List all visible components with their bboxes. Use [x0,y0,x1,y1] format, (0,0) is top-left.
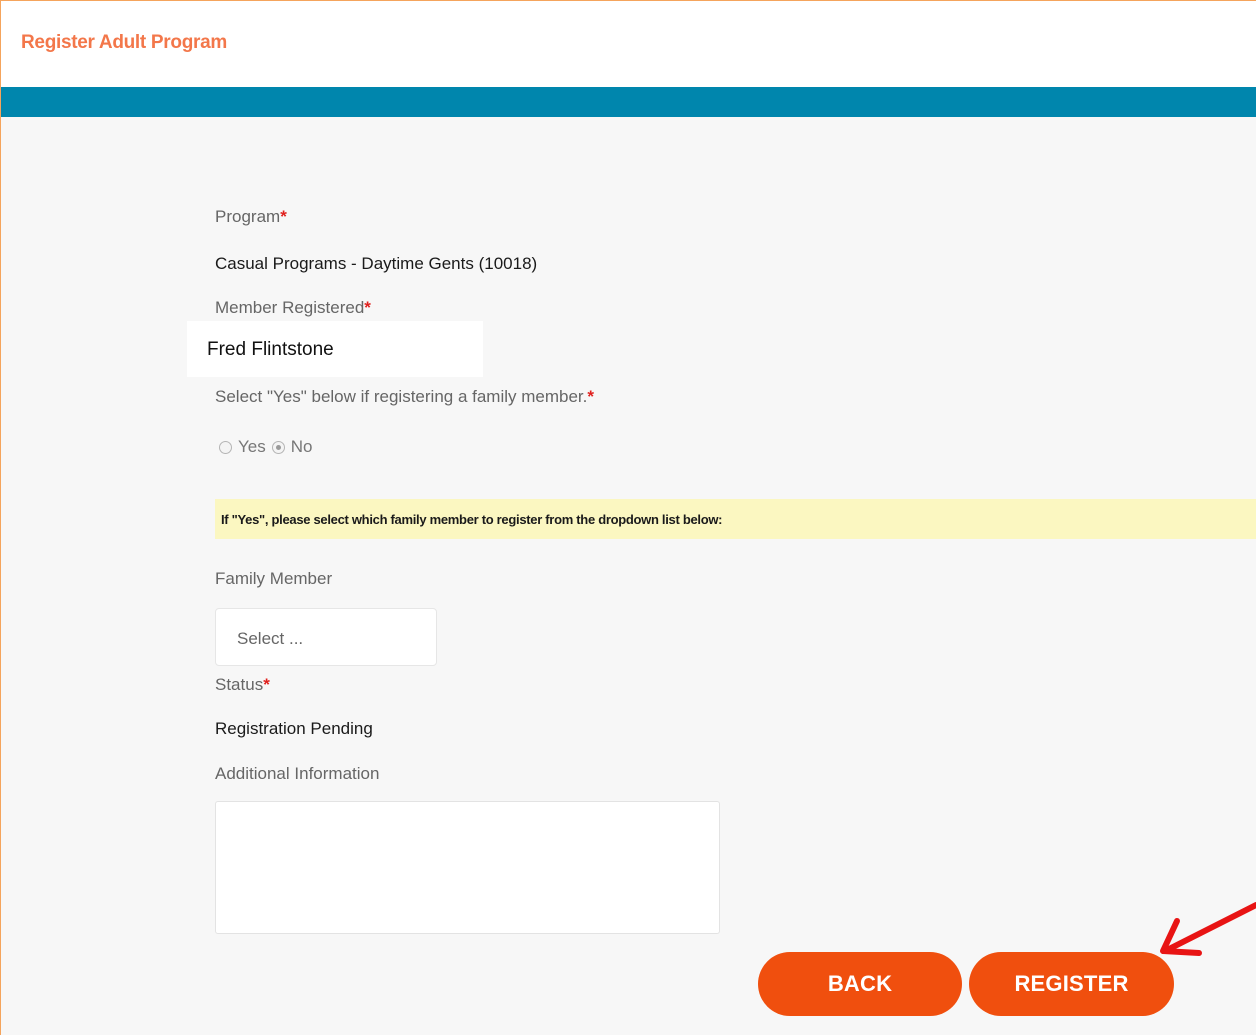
family-question-label: Select "Yes" below if registering a fami… [215,387,595,406]
register-adult-program-window: Register Adult Program Program* Casual P… [0,0,1256,1035]
program-value: Casual Programs - Daytime Gents (10018) [215,254,538,273]
family-member-select[interactable]: Select ... [215,608,437,666]
additional-information-textarea[interactable] [215,801,720,934]
member-registered-value: Fred Flintstone [207,339,334,360]
page-header: Register Adult Program [1,1,1256,87]
status-value: Registration Pending [215,719,373,738]
member-registered-field: Fred Flintstone [187,321,483,377]
header-divider-bar [1,87,1256,117]
required-mark: * [587,387,595,406]
family-member-select-placeholder: Select ... [237,629,304,648]
family-radio-group: Yes No [219,437,318,457]
additional-information-label: Additional Information [215,764,380,783]
annotation-arrow-icon [1160,902,1256,956]
no-radio-label[interactable]: No [291,437,313,457]
family-member-note-text: If "Yes", please select which family mem… [221,512,723,527]
back-button[interactable]: BACK [758,952,962,1016]
yes-radio[interactable] [219,440,232,454]
required-mark: * [364,298,371,317]
required-mark: * [280,207,287,226]
register-button[interactable]: REGISTER [969,952,1174,1016]
program-label: Program* [215,207,287,226]
member-registered-label: Member Registered* [215,298,371,317]
page-title: Register Adult Program [21,32,227,53]
yes-radio-label[interactable]: Yes [238,437,266,457]
family-member-note: If "Yes", please select which family mem… [215,499,1256,539]
no-radio[interactable] [271,440,285,454]
family-member-label: Family Member [215,569,333,588]
required-mark: * [263,675,270,694]
status-label: Status* [215,675,270,694]
